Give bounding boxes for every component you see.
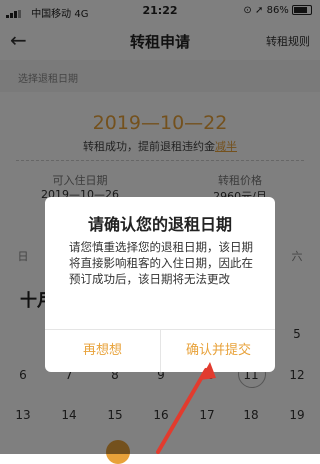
- cancel-button[interactable]: 再想想: [45, 330, 160, 372]
- dialog-message: 请您慎重选择您的退租日期，该日期将直接影响租客的入住日期，因此在预订成功后，该日…: [69, 240, 253, 286]
- dialog-title: 请确认您的退租日期: [87, 215, 232, 234]
- confirm-dialog: 请确认您的退租日期 请您慎重选择您的退租日期，该日期将直接影响租客的入住日期，因…: [45, 197, 275, 372]
- annotation-arrow-icon: [156, 362, 216, 454]
